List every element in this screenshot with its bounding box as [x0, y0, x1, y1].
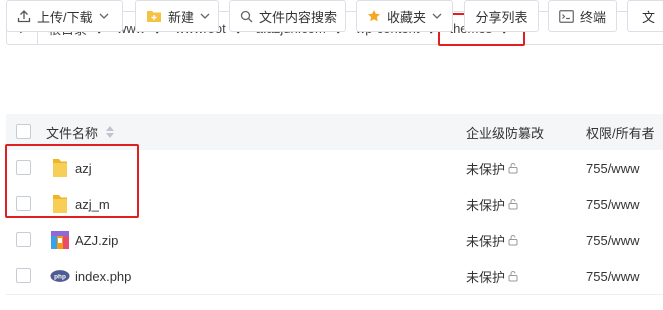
sort-icon[interactable] [106, 126, 115, 138]
php-file-icon: php [50, 266, 70, 286]
chevron-down-icon [432, 13, 442, 19]
row-checkbox[interactable] [16, 196, 31, 211]
protection-status: 未保护 [466, 195, 519, 214]
table-row[interactable]: azj 未保护 755/www [6, 150, 663, 187]
star-icon [368, 10, 380, 22]
search-icon [240, 10, 253, 22]
unlock-icon[interactable] [507, 234, 519, 246]
column-header-name[interactable]: 文件名称 [46, 123, 115, 142]
protection-status: 未保护 [466, 267, 519, 286]
chevron-down-icon [200, 13, 210, 19]
favorites-label: 收藏夹 [387, 9, 427, 25]
favorites-button[interactable]: 收藏夹 [356, 0, 453, 32]
folder-icon [50, 194, 70, 214]
more-label: 文 [642, 9, 656, 25]
file-name[interactable]: AZJ.zip [75, 233, 118, 248]
column-header-permission: 权限/所有者 [586, 125, 655, 141]
terminal-button[interactable]: 终端 [548, 0, 617, 32]
file-name[interactable]: index.php [75, 269, 131, 284]
protection-label: 未保护 [466, 233, 506, 249]
permission-value[interactable]: 755/www [586, 161, 639, 176]
protection-label: 未保护 [466, 197, 506, 213]
permission-value[interactable]: 755/www [586, 197, 639, 212]
php-icon-label: php [54, 273, 66, 280]
column-header-label: 文件名称 [46, 125, 99, 141]
unlock-icon[interactable] [507, 270, 519, 282]
permission-value[interactable]: 755/www [586, 269, 639, 284]
select-all-checkbox[interactable] [16, 124, 31, 139]
file-name[interactable]: azj_m [75, 197, 110, 212]
content-search-button[interactable]: 文件内容搜索 [229, 0, 346, 32]
new-button[interactable]: 新建 [135, 0, 219, 32]
content-search-label: 文件内容搜索 [259, 9, 338, 25]
folder-icon [50, 158, 70, 178]
protection-status: 未保护 [466, 231, 519, 250]
upload-download-button[interactable]: 上传/下载 [6, 0, 123, 32]
table-row[interactable]: php index.php 未保护 755/www [6, 258, 663, 295]
terminal-label: 终端 [580, 9, 607, 25]
new-label: 新建 [168, 9, 195, 25]
protection-status: 未保护 [466, 159, 519, 178]
chevron-down-icon [99, 13, 109, 19]
unlock-icon[interactable] [507, 162, 519, 174]
row-checkbox[interactable] [16, 160, 31, 175]
upload-download-label: 上传/下载 [37, 9, 93, 25]
permission-value[interactable]: 755/www [586, 233, 639, 248]
row-checkbox[interactable] [16, 268, 31, 283]
protection-label: 未保护 [466, 161, 506, 177]
new-folder-icon [147, 11, 161, 22]
upload-icon [17, 10, 31, 23]
share-list-button[interactable]: 分享列表 [464, 0, 539, 32]
table-row[interactable]: AZJ.zip 未保护 755/www [6, 222, 663, 259]
file-name[interactable]: azj [75, 161, 92, 176]
table-header: 文件名称 企业级防篡改 权限/所有者 [6, 114, 663, 151]
unlock-icon[interactable] [507, 198, 519, 210]
row-checkbox[interactable] [16, 232, 31, 247]
table-row[interactable]: azj_m 未保护 755/www [6, 186, 663, 223]
column-header-protection: 企业级防篡改 [466, 125, 545, 141]
share-list-label: 分享列表 [475, 9, 528, 25]
protection-label: 未保护 [466, 269, 506, 285]
more-button[interactable]: 文 [627, 0, 663, 32]
terminal-icon [559, 9, 574, 23]
zip-archive-icon [50, 230, 70, 250]
